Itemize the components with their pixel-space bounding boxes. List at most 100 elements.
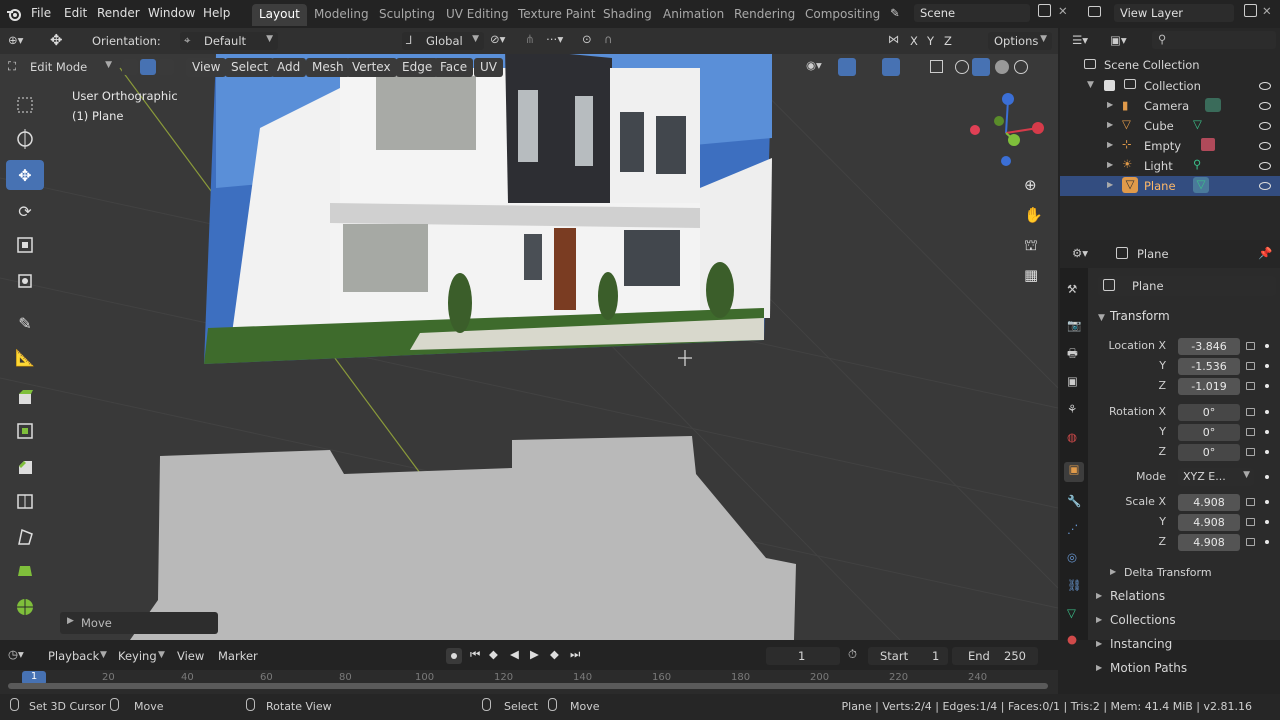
lock-icon[interactable] <box>1246 538 1255 546</box>
mirror-z-toggle[interactable]: Z <box>944 34 952 48</box>
lock-icon[interactable] <box>1246 342 1255 350</box>
transform-chevron-icon[interactable]: ▼ <box>1098 313 1105 323</box>
rotation-y-field[interactable]: 0° <box>1178 424 1240 441</box>
lock-icon[interactable] <box>1246 498 1255 506</box>
falloff-icon[interactable]: ∩ <box>604 32 612 46</box>
gizmo-toggle-icon[interactable] <box>838 58 856 76</box>
eye-icon[interactable] <box>1259 142 1271 150</box>
eye-icon[interactable] <box>1259 182 1271 190</box>
knife-tool-icon[interactable] <box>6 522 44 552</box>
constraints-tab-icon[interactable]: ⛓ <box>1067 578 1082 592</box>
pan-hand-icon[interactable]: ✋ <box>1024 206 1043 224</box>
measure-tool-icon[interactable]: 📐 <box>6 342 44 372</box>
keyframe-dot-icon[interactable] <box>1265 364 1269 368</box>
menu-edge[interactable]: Edge <box>396 58 439 77</box>
display-mode-icon[interactable]: ▣▾ <box>1110 33 1127 47</box>
snap-target-icon[interactable]: ⋯▾ <box>546 32 563 46</box>
overlays-toggle-icon[interactable] <box>882 58 900 76</box>
menu-keying[interactable]: Keying <box>118 649 157 663</box>
camera-view-icon[interactable]: ⛫ <box>1024 236 1038 256</box>
mirror-x-toggle[interactable]: X <box>910 34 918 48</box>
eye-icon[interactable] <box>1259 162 1271 170</box>
menu-window[interactable]: Window <box>148 6 195 20</box>
poly-build-tool-icon[interactable] <box>6 556 44 586</box>
close-scene-icon[interactable]: ✕ <box>1058 4 1068 18</box>
lock-icon[interactable] <box>1246 362 1255 370</box>
lock-icon[interactable] <box>1246 408 1255 416</box>
menu-file[interactable]: File <box>31 6 51 20</box>
inset-tool-icon[interactable] <box>6 416 44 446</box>
menu-edit[interactable]: Edit <box>64 6 87 20</box>
edge-select-icon[interactable] <box>140 59 156 75</box>
menu-view[interactable]: View <box>186 58 227 77</box>
end-frame-field[interactable]: End 250 <box>952 647 1038 665</box>
render-tab-icon[interactable]: 📷 <box>1067 318 1081 332</box>
solid-shading-icon[interactable] <box>972 58 990 76</box>
keyframe-dot-icon[interactable] <box>1265 430 1269 434</box>
object-name-field[interactable]: Plane <box>1098 276 1276 296</box>
tab-texture-paint[interactable]: Texture Paint <box>518 7 595 21</box>
keyframe-dot-icon[interactable] <box>1265 475 1269 479</box>
tab-rendering[interactable]: Rendering <box>734 7 795 21</box>
next-keyframe-icon[interactable]: ◆ <box>550 647 559 661</box>
blender-logo-icon[interactable] <box>6 6 22 22</box>
keyframe-dot-icon[interactable] <box>1265 540 1269 544</box>
transform-header[interactable]: Transform <box>1110 309 1170 323</box>
collection-checkbox[interactable] <box>1104 80 1115 91</box>
location-x-field[interactable]: -3.846 <box>1178 338 1240 355</box>
subpanel-motion-paths[interactable]: ▶ Motion Paths <box>1096 660 1276 678</box>
collection-label[interactable]: Collection <box>1144 79 1201 93</box>
face-select-icon[interactable] <box>158 59 174 75</box>
prev-keyframe-icon[interactable]: ◆ <box>489 647 498 661</box>
snap-icon[interactable]: ⋔ <box>525 32 535 46</box>
stopwatch-icon[interactable]: ⏱ <box>848 647 857 662</box>
outliner-editor-icon[interactable]: ☰▾ <box>1072 33 1088 47</box>
subpanel-delta-transform[interactable]: ▶ Delta Transform <box>1110 564 1276 582</box>
menu-render[interactable]: Render <box>97 6 140 20</box>
copy-scene-icon[interactable] <box>1038 4 1051 17</box>
data-tab-icon[interactable]: ▽ <box>1067 606 1076 620</box>
move-tool-icon[interactable]: ✥ <box>6 160 44 190</box>
tab-layout[interactable]: Layout <box>252 4 307 26</box>
scale-tool-icon[interactable] <box>6 230 44 260</box>
lock-icon[interactable] <box>1246 518 1255 526</box>
loop-cut-tool-icon[interactable] <box>6 486 44 516</box>
subpanel-relations[interactable]: ▶ Relations <box>1096 588 1276 606</box>
expand-collection-icon[interactable]: ▼ <box>1087 80 1094 90</box>
outliner-row-light[interactable]: ▶ ☀ Light ⚲ <box>1060 156 1280 176</box>
menu-playback[interactable]: Playback <box>48 649 99 663</box>
timeline-ruler[interactable]: 1 20 40 60 80 100 120 140 160 180 200 22… <box>0 670 1058 694</box>
location-y-field[interactable]: -1.536 <box>1178 358 1240 375</box>
menu-help[interactable]: Help <box>203 6 230 20</box>
scale-y-field[interactable]: 4.908 <box>1178 514 1240 531</box>
jump-end-icon[interactable]: ⏭ <box>570 647 580 662</box>
scene-selector[interactable]: ✎ Scene ✕ <box>888 4 1068 24</box>
menu-vertex[interactable]: Vertex <box>346 58 397 77</box>
eye-icon[interactable] <box>1259 122 1271 130</box>
scale-x-field[interactable]: 4.908 <box>1178 494 1240 511</box>
rotate-tool-icon[interactable]: ⟳ <box>6 196 44 226</box>
outliner-row-plane[interactable]: ▶ ▽ Plane ▽ <box>1060 176 1280 196</box>
menu-marker[interactable]: Marker <box>218 649 258 663</box>
play-reverse-icon[interactable]: ◀ <box>510 647 519 661</box>
pin-icon[interactable]: 📌 <box>1258 246 1272 260</box>
spin-tool-icon[interactable] <box>6 592 44 622</box>
view-layer-selector[interactable]: View Layer ✕ <box>1086 4 1276 24</box>
menu-uv[interactable]: UV <box>474 58 503 77</box>
keyframe-dot-icon[interactable] <box>1265 450 1269 454</box>
start-frame-field[interactable]: Start 1 <box>868 647 948 665</box>
keyframe-dot-icon[interactable] <box>1265 500 1269 504</box>
record-icon[interactable] <box>446 648 462 664</box>
scale-z-field[interactable]: 4.908 <box>1178 534 1240 551</box>
outliner-row-empty[interactable]: ▶ ⊹ Empty <box>1060 136 1280 156</box>
physics-tab-icon[interactable]: ◎ <box>1067 550 1077 564</box>
transform-orientation-dropdown[interactable]: ⅃ Global ▼ <box>402 32 484 50</box>
play-icon[interactable]: ▶ <box>530 647 539 661</box>
extrude-tool-icon[interactable] <box>6 382 44 412</box>
visibility-icon[interactable]: ◉▾ <box>806 58 822 72</box>
rotation-z-field[interactable]: 0° <box>1178 444 1240 461</box>
tab-shading[interactable]: Shading <box>603 7 652 21</box>
last-operation-panel[interactable]: ▶ Move <box>60 612 218 634</box>
mirror-y-toggle[interactable]: Y <box>927 34 934 48</box>
subpanel-collections[interactable]: ▶ Collections <box>1096 612 1276 630</box>
